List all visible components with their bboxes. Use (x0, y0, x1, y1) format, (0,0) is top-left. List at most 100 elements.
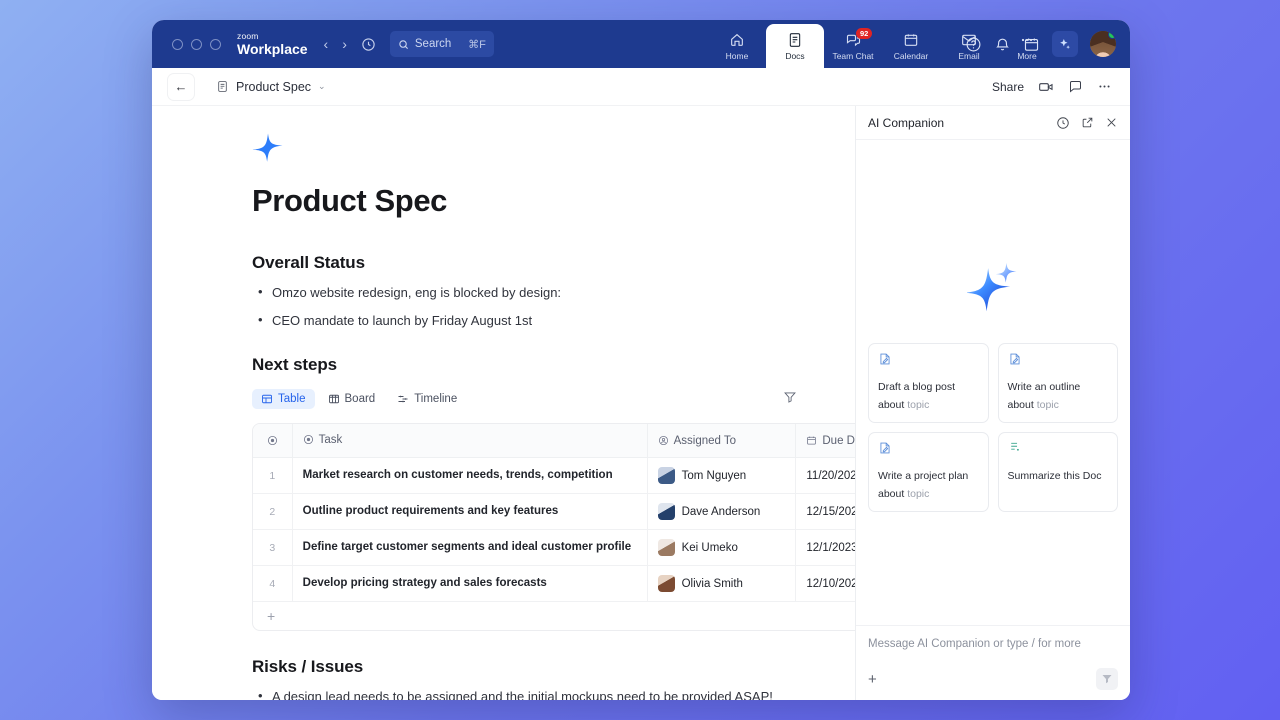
calendar-add-icon[interactable] (1023, 36, 1040, 53)
nav-arrows: ‹ › (324, 36, 347, 52)
calendar-icon (903, 32, 919, 48)
column-header-assigned-to[interactable]: Assigned To (647, 424, 796, 458)
column-header-due-date-label: Due Date (822, 435, 855, 447)
column-header-due-date[interactable]: Due Date (796, 424, 855, 458)
doc-file-icon (216, 80, 229, 93)
history-clock-icon[interactable] (361, 37, 376, 52)
doc-sparkle-icon (252, 132, 807, 169)
column-header-select[interactable] (253, 424, 292, 458)
suggestion-card-summarize-doc[interactable]: Summarize this Doc (998, 432, 1119, 512)
view-tab-table-label: Table (278, 393, 306, 405)
avatar[interactable] (1090, 31, 1116, 57)
list-item: A design lead needs to be assigned and t… (252, 688, 807, 700)
assignee-avatar (658, 503, 675, 520)
search-input[interactable]: Search ⌘F (390, 31, 494, 57)
assignee-name: Olivia Smith (682, 578, 743, 590)
table-row[interactable]: 4 Develop pricing strategy and sales for… (253, 566, 855, 602)
row-index: 2 (253, 494, 292, 530)
history-icon[interactable] (1056, 116, 1070, 130)
cell-due-date[interactable]: 12/1/2023 (796, 530, 855, 566)
suggestion-card-project-plan[interactable]: Write a project plan about topic (868, 432, 989, 512)
search-placeholder: Search (415, 38, 451, 50)
cell-assignee[interactable]: Olivia Smith (647, 566, 796, 602)
topbar-right-icons (965, 20, 1116, 68)
maximize-window-button[interactable] (210, 39, 221, 50)
cell-assignee[interactable]: Dave Anderson (647, 494, 796, 530)
view-tab-board[interactable]: Board (319, 389, 385, 409)
suggestion-card-text: Write a project plan about topic (878, 470, 968, 500)
row-index: 3 (253, 530, 292, 566)
column-header-task-label: Task (319, 434, 343, 446)
timeline-icon (397, 393, 409, 405)
circle-dot-icon (267, 435, 278, 446)
doc-summary-icon (1008, 441, 1109, 460)
close-window-button[interactable] (172, 39, 183, 50)
breadcrumb[interactable]: Product Spec ⌄ (216, 80, 326, 94)
ai-message-input[interactable]: Message AI Companion or type / for more (868, 638, 1118, 650)
tab-calendar-label: Calendar (894, 51, 929, 61)
board-icon (328, 393, 340, 405)
filter-icon[interactable] (783, 390, 797, 409)
more-icon[interactable] (1097, 79, 1112, 94)
view-tab-table[interactable]: Table (252, 389, 315, 409)
view-tab-timeline-label: Timeline (414, 393, 457, 405)
suggestion-card-draft-blog-post[interactable]: Draft a blog post about topic (868, 343, 989, 423)
cell-due-date[interactable]: 12/10/2023 (796, 566, 855, 602)
tab-team-chat-label: Team Chat (832, 51, 873, 61)
add-row-button[interactable]: + (253, 602, 855, 630)
zoom-workplace-window: zoom Workplace ‹ › Search ⌘F Ho (152, 20, 1130, 700)
ai-sparkle-icon[interactable] (1052, 31, 1078, 57)
table-header-row: Task Assigned To (253, 424, 855, 458)
cell-task[interactable]: Outline product requirements and key fea… (292, 494, 647, 530)
document-header-bar: ← Product Spec ⌄ Share (152, 68, 1130, 106)
nav-forward-button[interactable]: › (342, 36, 347, 52)
risks-bullets: A design lead needs to be assigned and t… (252, 688, 807, 700)
tab-home-label: Home (726, 51, 749, 61)
column-header-assigned-to-label: Assigned To (674, 435, 736, 447)
close-icon[interactable] (1105, 116, 1118, 130)
video-icon[interactable] (1038, 79, 1054, 95)
breadcrumb-label: Product Spec (236, 80, 311, 94)
tab-docs[interactable]: Docs (766, 24, 824, 68)
window-traffic-lights[interactable] (172, 39, 221, 50)
tab-home[interactable]: Home (708, 24, 766, 68)
ai-sparkle-large-icon (967, 260, 1019, 317)
tab-team-chat[interactable]: 92 Team Chat (824, 24, 882, 68)
cell-assignee[interactable]: Kei Umeko (647, 530, 796, 566)
search-icon (398, 39, 409, 50)
nav-back-button[interactable]: ‹ (324, 36, 329, 52)
suggestion-card-write-outline[interactable]: Write an outline about topic (998, 343, 1119, 423)
cell-due-date[interactable]: 12/15/2023 (796, 494, 855, 530)
team-chat-unread-badge: 92 (856, 28, 872, 39)
cell-due-date[interactable]: 11/20/2023 (796, 458, 855, 494)
bell-icon[interactable] (994, 36, 1011, 53)
cell-task[interactable]: Develop pricing strategy and sales forec… (292, 566, 647, 602)
ai-companion-panel: AI Companion (855, 106, 1130, 700)
back-button[interactable]: ← (168, 74, 194, 100)
popout-icon[interactable] (1081, 116, 1094, 130)
presence-indicator (1108, 31, 1116, 39)
view-tab-timeline[interactable]: Timeline (388, 389, 466, 409)
doc-edit-icon (1008, 352, 1109, 371)
share-button[interactable]: Share (992, 80, 1024, 94)
send-button[interactable] (1096, 668, 1118, 690)
table-row[interactable]: 1 Market research on customer needs, tre… (253, 458, 855, 494)
tab-calendar[interactable]: Calendar (882, 24, 940, 68)
column-header-task[interactable]: Task (292, 424, 647, 458)
cell-task[interactable]: Market research on customer needs, trend… (292, 458, 647, 494)
suggestion-card-text: Draft a blog post about topic (878, 381, 955, 411)
minimize-window-button[interactable] (191, 39, 202, 50)
cell-assignee[interactable]: Tom Nguyen (647, 458, 796, 494)
app-topbar: zoom Workplace ‹ › Search ⌘F Ho (152, 20, 1130, 68)
add-attachment-button[interactable]: + (868, 671, 877, 688)
doc-edit-icon (878, 441, 979, 460)
comment-icon[interactable] (1068, 79, 1083, 94)
cell-task[interactable]: Define target customer segments and idea… (292, 530, 647, 566)
ai-suggestion-cards: Draft a blog post about topic Write an o… (856, 343, 1130, 512)
section-heading-overall-status: Overall Status (252, 253, 807, 273)
circle-dot-icon (303, 434, 314, 445)
chevron-down-icon[interactable]: ⌄ (318, 81, 326, 92)
table-row[interactable]: 2 Outline product requirements and key f… (253, 494, 855, 530)
help-icon[interactable] (965, 36, 982, 53)
table-row[interactable]: 3 Define target customer segments and id… (253, 530, 855, 566)
